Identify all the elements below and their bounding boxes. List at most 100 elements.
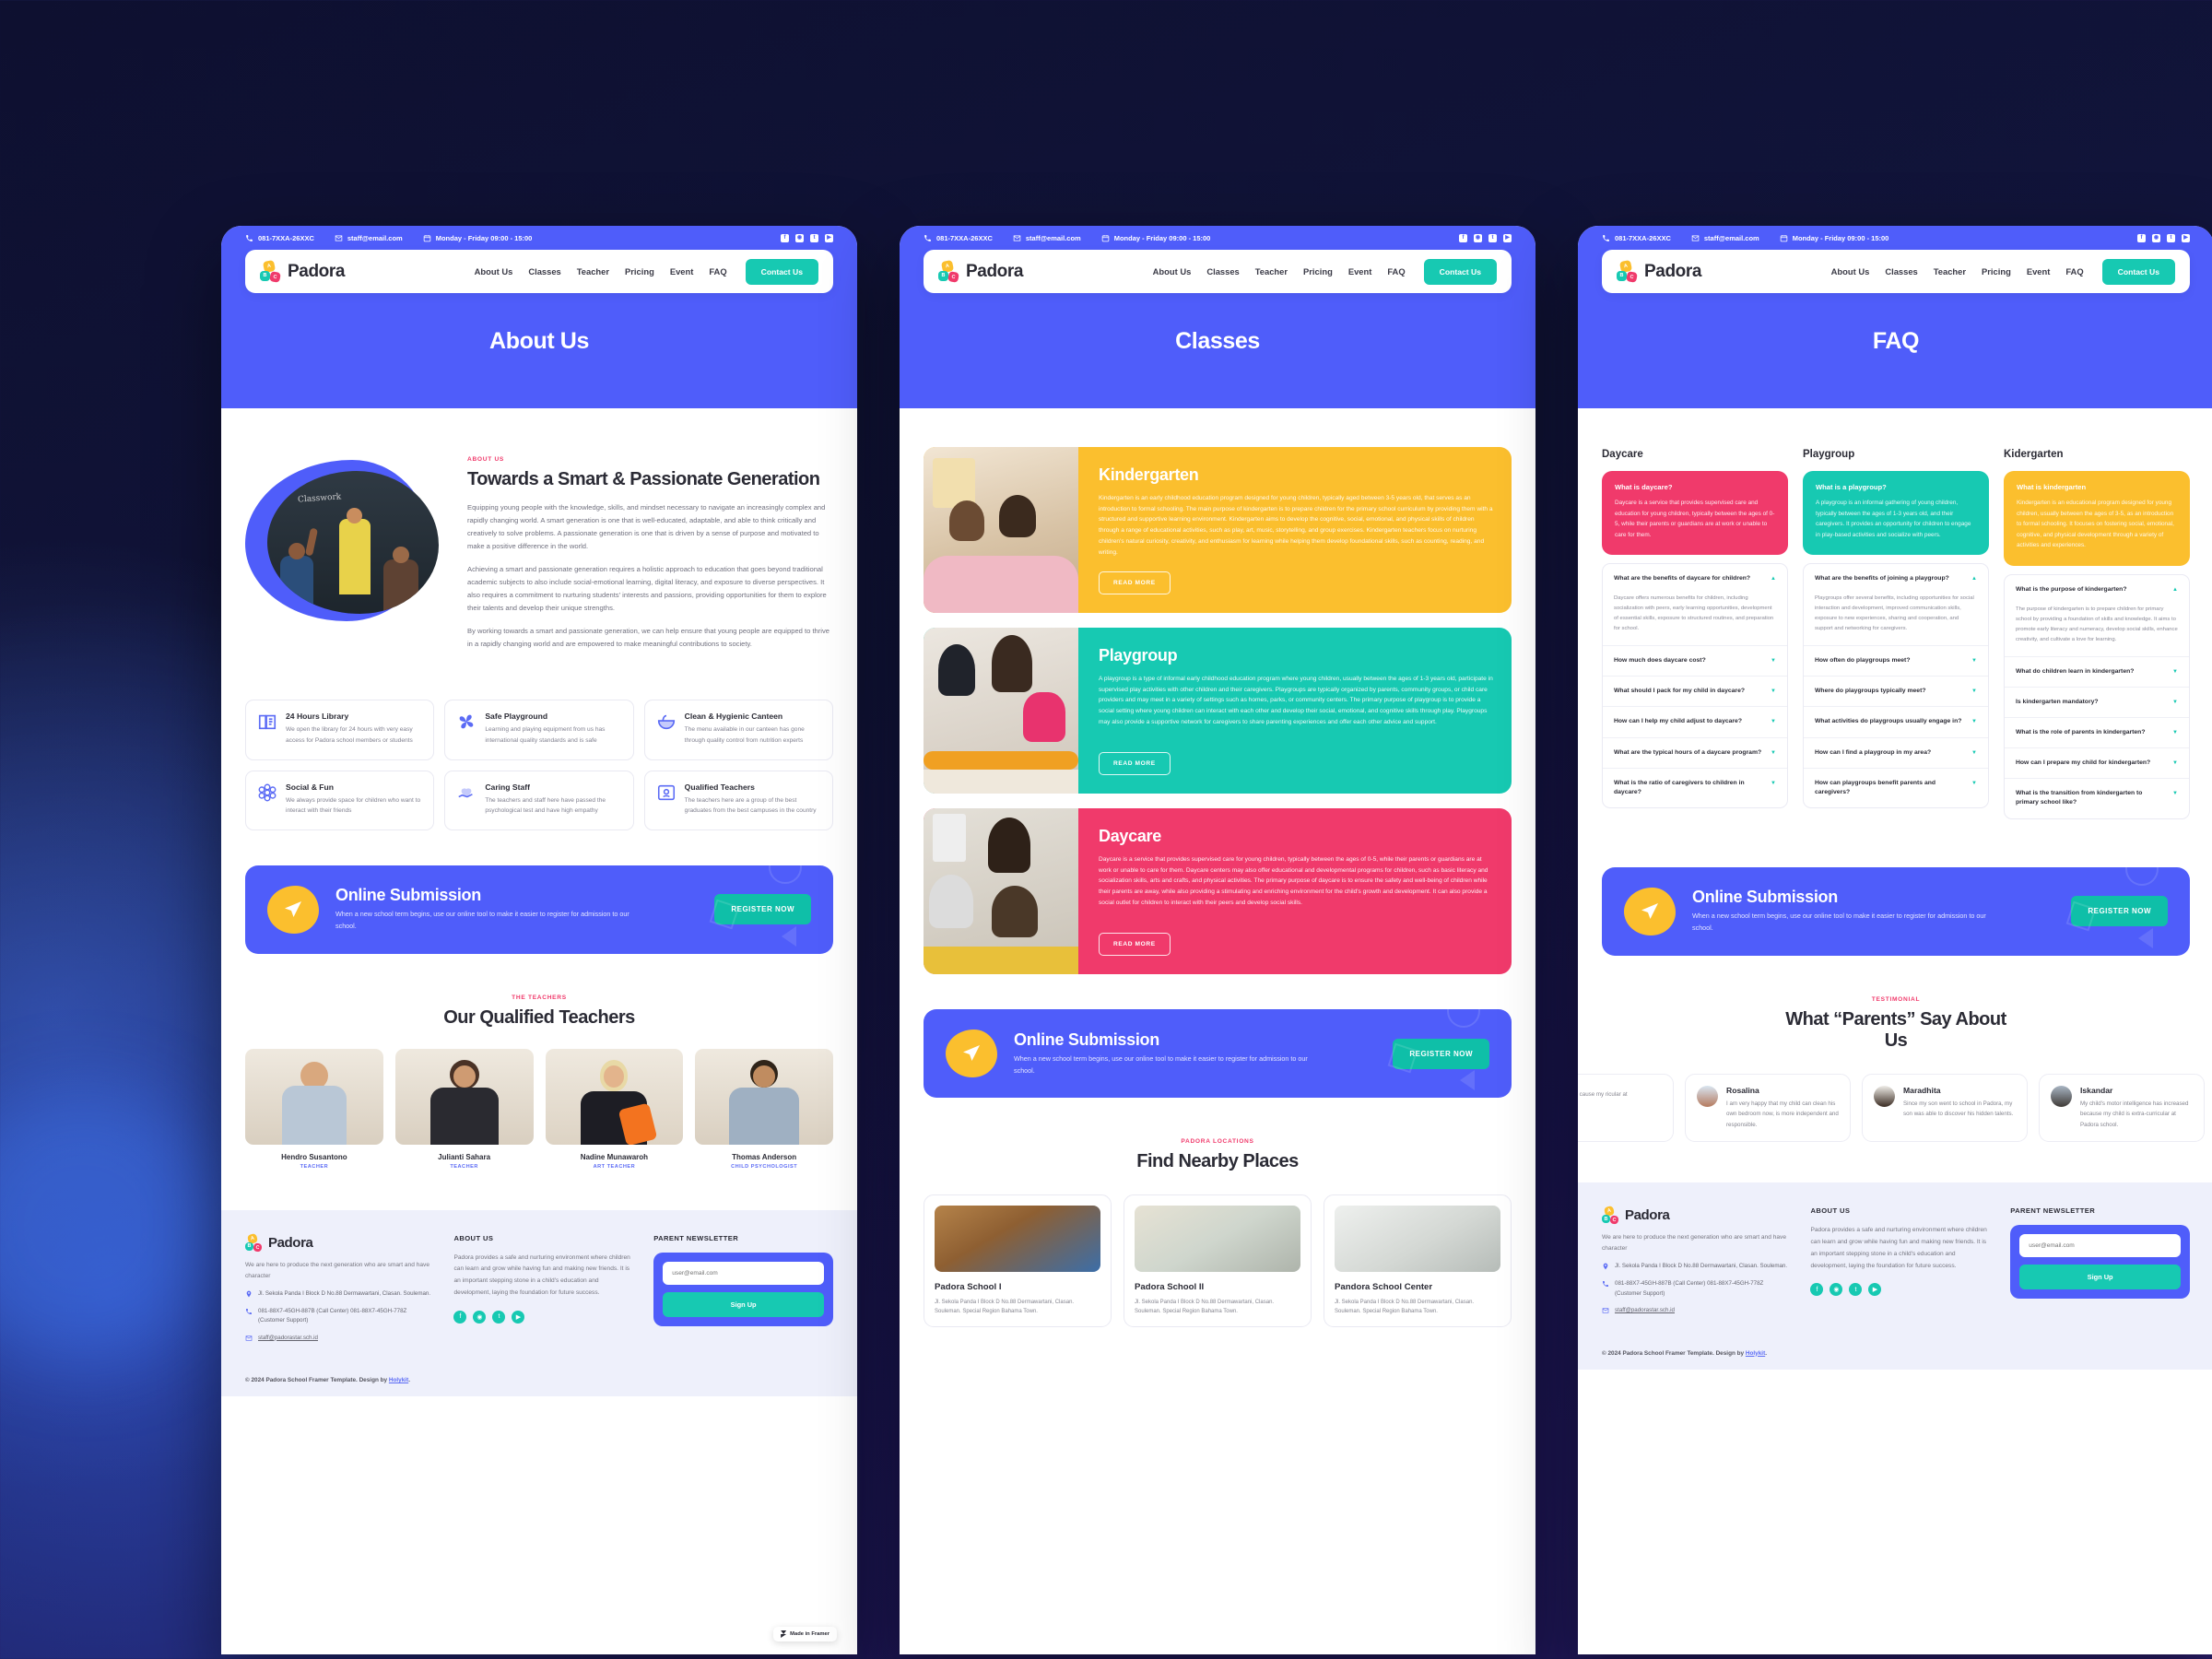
topbar-email[interactable]: staff@email.com — [1013, 234, 1081, 242]
instagram-icon[interactable]: ◉ — [1830, 1283, 1843, 1297]
faq-item[interactable]: What are the benefits of joining a playg… — [1804, 564, 1988, 646]
youtube-icon[interactable]: ▶ — [2182, 233, 2190, 242]
twitter-icon[interactable]: t — [2167, 233, 2175, 242]
nav-item-faq[interactable]: FAQ — [2065, 266, 2083, 276]
chevron-down-icon[interactable]: ▼ — [1771, 658, 1776, 664]
chevron-down-icon[interactable]: ▼ — [1971, 750, 1977, 756]
testimonial-card[interactable]: Maradhita Since my son went to school in … — [1862, 1073, 2028, 1143]
contact-us-button[interactable]: Contact Us — [2101, 258, 2175, 285]
place-card[interactable]: Pandora School Center Jl. Sekola Panda I… — [1324, 1194, 1512, 1328]
chevron-up-icon[interactable]: ▲ — [2172, 587, 2178, 593]
chevron-up-icon[interactable]: ▲ — [1971, 576, 1977, 582]
made-in-framer-badge[interactable]: Made in Framer — [773, 1627, 837, 1641]
faq-item[interactable]: What is the ratio of caregivers to child… — [1603, 769, 1787, 807]
instagram-icon[interactable]: ◉ — [1474, 233, 1482, 242]
chevron-down-icon[interactable]: ▼ — [1771, 719, 1776, 724]
chevron-down-icon[interactable]: ▼ — [1971, 688, 1977, 694]
nav-item-teacher[interactable]: Teacher — [1934, 266, 1966, 276]
newsletter-email-input[interactable] — [2019, 1234, 2181, 1258]
faq-item[interactable]: How can playgroups benefit parents and c… — [1804, 769, 1988, 807]
faq-question-row[interactable]: What is the transition from kindergarten… — [2005, 779, 2189, 818]
faq-question-row[interactable]: How can I find a playgroup in my area? ▼ — [1804, 738, 1988, 768]
nav-item-about-us[interactable]: About Us — [1831, 266, 1870, 276]
faq-question-row[interactable]: Is kindergarten mandatory? ▼ — [2005, 688, 2189, 717]
faq-question-row[interactable]: What should I pack for my child in dayca… — [1603, 677, 1787, 706]
faq-question-row[interactable]: How can playgroups benefit parents and c… — [1804, 769, 1988, 807]
nav-item-about-us[interactable]: About Us — [1153, 266, 1192, 276]
faq-question-row[interactable]: What activities do playgroups usually en… — [1804, 707, 1988, 736]
topbar-phone[interactable]: 081-7XXA-26XXC — [245, 234, 314, 242]
read-more-button[interactable]: READ MORE — [1099, 571, 1171, 594]
newsletter-signup-button[interactable]: Sign Up — [663, 1291, 824, 1317]
twitter-icon[interactable]: t — [810, 233, 818, 242]
youtube-icon[interactable]: ▶ — [1868, 1283, 1882, 1297]
faq-highlight-card[interactable]: What is daycare? Daycare is a service th… — [1602, 471, 1788, 556]
chevron-down-icon[interactable]: ▼ — [1771, 750, 1776, 756]
nav-item-teacher[interactable]: Teacher — [1255, 266, 1288, 276]
chevron-down-icon[interactable]: ▼ — [2172, 760, 2178, 766]
chevron-down-icon[interactable]: ▼ — [2172, 730, 2178, 735]
nav-item-pricing[interactable]: Pricing — [1303, 266, 1333, 276]
holykit-link[interactable]: Holykit — [389, 1377, 408, 1383]
chevron-down-icon[interactable]: ▼ — [1971, 719, 1977, 724]
place-card[interactable]: Padora School II Jl. Sekola Panda I Bloc… — [1124, 1194, 1312, 1328]
nav-item-pricing[interactable]: Pricing — [625, 266, 654, 276]
faq-question-row[interactable]: How often do playgroups meet? ▼ — [1804, 646, 1988, 676]
chevron-down-icon[interactable]: ▼ — [1971, 781, 1977, 786]
chevron-down-icon[interactable]: ▼ — [1771, 781, 1776, 786]
brand-logo[interactable]: A B C Padora — [1617, 259, 1701, 283]
chevron-down-icon[interactable]: ▼ — [1771, 688, 1776, 694]
teacher-card[interactable]: Nadine Munawaroh ART TEACHER — [545, 1048, 684, 1170]
nav-item-classes[interactable]: Classes — [1206, 266, 1239, 276]
testimonial-card-partial[interactable]: intelligence cause my ricular at — [1578, 1073, 1674, 1143]
teacher-card[interactable]: Thomas Anderson CHILD PSYCHOLOGIST — [695, 1048, 833, 1170]
faq-item[interactable]: What is the purpose of kindergarten? ▲ T… — [2005, 575, 2189, 657]
faq-item[interactable]: How can I help my child adjust to daycar… — [1603, 707, 1787, 738]
chevron-up-icon[interactable]: ▲ — [1771, 576, 1776, 582]
nav-item-faq[interactable]: FAQ — [709, 266, 726, 276]
holykit-link[interactable]: Holykit — [1746, 1350, 1765, 1357]
place-card[interactable]: Padora School I Jl. Sekola Panda I Block… — [924, 1194, 1112, 1328]
faq-item[interactable]: Where do playgroups typically meet? ▼ — [1804, 677, 1988, 708]
nav-item-classes[interactable]: Classes — [1885, 266, 1917, 276]
faq-question-row[interactable]: What are the benefits of joining a playg… — [1804, 564, 1988, 594]
nav-item-teacher[interactable]: Teacher — [577, 266, 609, 276]
faq-question-row[interactable]: How can I help my child adjust to daycar… — [1603, 707, 1787, 736]
read-more-button[interactable]: READ MORE — [1099, 933, 1171, 956]
topbar-email[interactable]: staff@email.com — [1691, 234, 1759, 242]
footer-email-link[interactable]: staff@padorastar.sch.id — [258, 1334, 318, 1344]
faq-question-row[interactable]: What are the benefits of daycare for chi… — [1603, 564, 1787, 594]
facebook-icon[interactable]: f — [1459, 233, 1467, 242]
faq-item[interactable]: What should I pack for my child in dayca… — [1603, 677, 1787, 708]
nav-item-event[interactable]: Event — [1348, 266, 1372, 276]
testimonial-card[interactable]: Iskandar My child's motor intelligence ha… — [2039, 1073, 2205, 1143]
faq-item[interactable]: Is kindergarten mandatory? ▼ — [2005, 688, 2189, 718]
faq-question-row[interactable]: How can I prepare my child for kindergar… — [2005, 748, 2189, 778]
newsletter-signup-button[interactable]: Sign Up — [2019, 1265, 2181, 1290]
nav-item-faq[interactable]: FAQ — [1387, 266, 1405, 276]
faq-item[interactable]: How much does daycare cost? ▼ — [1603, 646, 1787, 677]
read-more-button[interactable]: READ MORE — [1099, 752, 1171, 775]
chevron-down-icon[interactable]: ▼ — [2172, 669, 2178, 675]
faq-item[interactable]: What is the transition from kindergarten… — [2005, 779, 2189, 818]
faq-question-row[interactable]: What is the ratio of caregivers to child… — [1603, 769, 1787, 807]
facebook-icon[interactable]: f — [453, 1310, 467, 1324]
faq-question-row[interactable]: What is the purpose of kindergarten? ▲ — [2005, 575, 2189, 605]
testimonial-card[interactable]: Rosalina I am very happy that my child ca… — [1685, 1073, 1851, 1143]
topbar-phone[interactable]: 081-7XXA-26XXC — [924, 234, 993, 242]
contact-us-button[interactable]: Contact Us — [745, 258, 818, 285]
newsletter-email-input[interactable] — [663, 1261, 824, 1285]
nav-item-classes[interactable]: Classes — [528, 266, 560, 276]
youtube-icon[interactable]: ▶ — [512, 1310, 525, 1324]
faq-item[interactable]: What activities do playgroups usually en… — [1804, 707, 1988, 738]
faq-question-row[interactable]: Where do playgroups typically meet? ▼ — [1804, 677, 1988, 706]
faq-highlight-card[interactable]: What is a playgroup? A playgroup is an i… — [1803, 471, 1989, 556]
contact-us-button[interactable]: Contact Us — [1423, 258, 1497, 285]
teacher-card[interactable]: Julianti Sahara TEACHER — [394, 1048, 534, 1170]
faq-question-row[interactable]: What are the typical hours of a daycare … — [1603, 738, 1787, 768]
facebook-icon[interactable]: f — [781, 233, 789, 242]
instagram-icon[interactable]: ◉ — [473, 1310, 487, 1324]
facebook-icon[interactable]: f — [1810, 1283, 1824, 1297]
nav-item-event[interactable]: Event — [2027, 266, 2051, 276]
footer-logo[interactable]: A B C Padora — [1602, 1206, 1790, 1225]
